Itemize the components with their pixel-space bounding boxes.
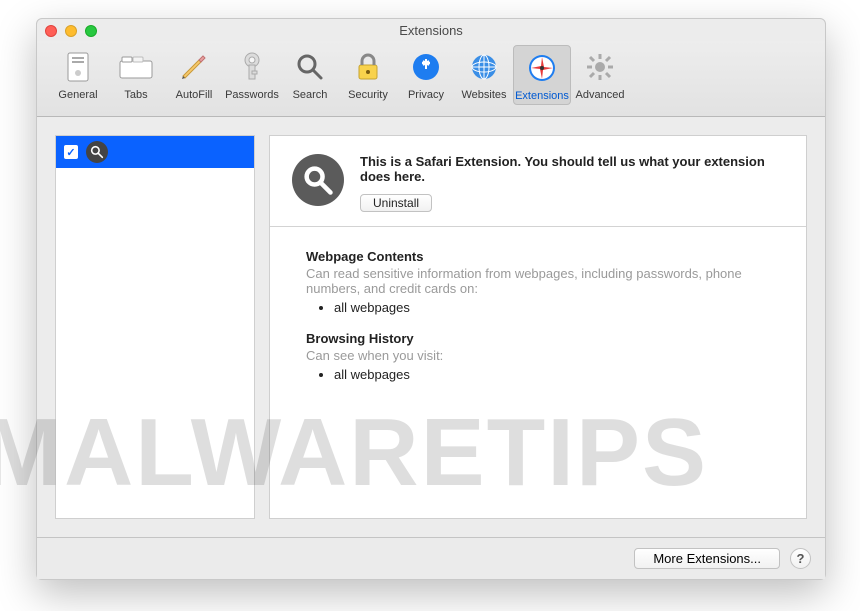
tab-general[interactable]: General [49,45,107,103]
permission-item: all webpages [334,367,770,382]
preferences-window: Extensions General Tabs AutoFill Pa [36,18,826,580]
section-title: Webpage Contents [306,249,770,264]
footer: More Extensions... ? [37,537,825,579]
passwords-icon [223,47,281,87]
extension-permissions: Webpage Contents Can read sensitive info… [270,227,806,408]
section-desc: Can see when you visit: [306,348,770,363]
uninstall-button[interactable]: Uninstall [360,194,432,212]
tab-websites[interactable]: Websites [455,45,513,103]
search-icon [281,47,339,87]
more-extensions-button[interactable]: More Extensions... [634,548,780,569]
advanced-icon [571,47,629,87]
titlebar: Extensions [37,19,825,41]
tab-advanced[interactable]: Advanced [571,45,629,103]
extensions-icon [514,48,570,88]
permission-item: all webpages [334,300,770,315]
general-icon [49,47,107,87]
tab-extensions[interactable]: Extensions [513,45,571,105]
autofill-icon [165,47,223,87]
security-icon [339,47,397,87]
toolbar: General Tabs AutoFill Passwords Search [37,41,825,117]
extension-detail-icon [292,154,344,206]
section-title: Browsing History [306,331,770,346]
help-button[interactable]: ? [790,548,811,569]
tabs-icon [107,47,165,87]
extension-enable-checkbox[interactable]: ✓ [64,145,78,159]
privacy-icon [397,47,455,87]
tab-search[interactable]: Search [281,45,339,103]
tab-autofill[interactable]: AutoFill [165,45,223,103]
content-area: ✓ This is a Safari Extension. You should… [37,117,825,537]
extensions-sidebar: ✓ [55,135,255,519]
section-desc: Can read sensitive information from webp… [306,266,770,296]
tab-privacy[interactable]: Privacy [397,45,455,103]
tab-security[interactable]: Security [339,45,397,103]
tab-tabs[interactable]: Tabs [107,45,165,103]
websites-icon [455,47,513,87]
extension-description: This is a Safari Extension. You should t… [360,154,784,184]
window-title: Extensions [37,23,825,38]
extension-list-item[interactable]: ✓ [56,136,254,168]
extension-detail-pane: This is a Safari Extension. You should t… [269,135,807,519]
tab-passwords[interactable]: Passwords [223,45,281,103]
extension-item-icon [86,141,108,163]
extension-header: This is a Safari Extension. You should t… [270,136,806,227]
